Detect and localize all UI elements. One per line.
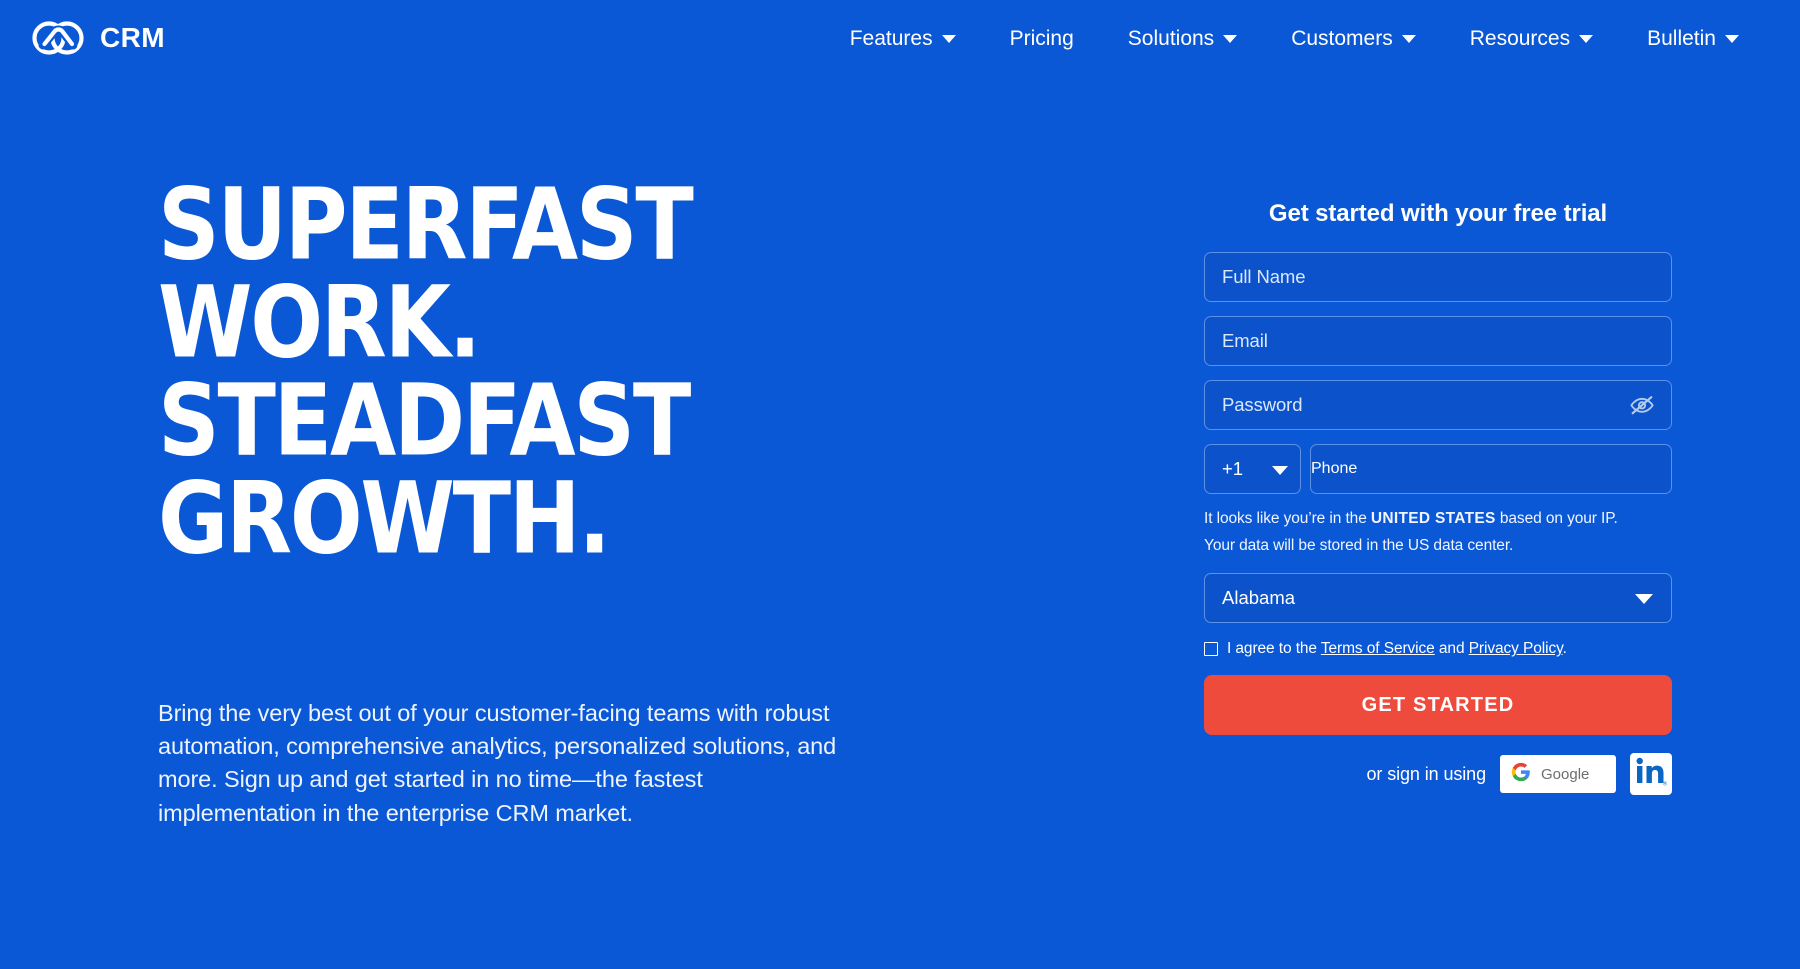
- terms-middle: and: [1434, 640, 1469, 658]
- terms-suffix: .: [1562, 640, 1567, 658]
- chevron-down-icon: [1223, 35, 1238, 43]
- privacy-policy-link[interactable]: Privacy Policy: [1469, 640, 1563, 657]
- country-code-select[interactable]: +1: [1204, 444, 1301, 494]
- nav-item-label: Resources: [1469, 26, 1571, 50]
- ip-note-line2: Your data will be stored in the US data …: [1204, 537, 1514, 555]
- chevron-down-icon: [941, 35, 956, 43]
- phone-field[interactable]: Phone: [1310, 444, 1672, 494]
- terms-checkbox[interactable]: [1204, 642, 1218, 657]
- brand-name: CRM: [100, 22, 165, 53]
- phone-row: +1 Phone: [1204, 444, 1672, 494]
- ip-note-suffix: based on your IP.: [1495, 510, 1618, 527]
- hero-title-line: GROWTH.: [158, 460, 611, 577]
- interlocking-links-logo-icon: [30, 14, 86, 62]
- chevron-down-icon: [1635, 594, 1653, 605]
- ip-note-prefix: It looks like you’re in the: [1204, 510, 1371, 527]
- full-name-field[interactable]: Full Name: [1204, 252, 1672, 302]
- terms-prefix: I agree to the: [1227, 640, 1321, 658]
- nav-item-label: Bulletin: [1647, 26, 1716, 50]
- linkedin-signin-button[interactable]: ®: [1630, 753, 1672, 796]
- state-select[interactable]: Alabama: [1204, 573, 1672, 624]
- nav-item-pricing[interactable]: Pricing: [983, 18, 1101, 59]
- site-header: CRM Features Pricing Solutions Customers…: [0, 0, 1800, 76]
- get-started-button[interactable]: GET STARTED: [1204, 675, 1672, 736]
- signup-form: Get started with your free trial Full Na…: [1204, 200, 1672, 796]
- chevron-down-icon: [1725, 35, 1739, 43]
- hero-description: Bring the very best out of your customer…: [158, 699, 837, 826]
- full-name-placeholder: Full Name: [1222, 266, 1306, 287]
- svg-text:®: ®: [1663, 780, 1668, 787]
- page-title: SUPERFAST WORK. STEADFAST GROWTH.: [158, 166, 974, 577]
- google-signin-button[interactable]: Google: [1500, 755, 1616, 794]
- social-signin-label: or sign in using: [1366, 763, 1487, 784]
- chevron-down-icon: [1579, 35, 1594, 43]
- ip-note-country: UNITED STATES: [1370, 510, 1496, 527]
- nav-item-customers[interactable]: Customers: [1264, 18, 1443, 59]
- brand-logo-link[interactable]: CRM: [30, 14, 165, 62]
- nav-item-bulletin[interactable]: Bulletin: [1620, 18, 1766, 59]
- nav-item-solutions[interactable]: Solutions: [1101, 18, 1264, 59]
- nav-item-label: Customers: [1291, 26, 1393, 50]
- nav-item-label: Features: [849, 26, 933, 50]
- chevron-down-icon: [1401, 35, 1416, 43]
- signup-heading: Get started with your free trial: [1268, 200, 1608, 227]
- social-signin-row: or sign in using Google ®: [1204, 753, 1672, 796]
- state-value: Alabama: [1222, 587, 1296, 609]
- password-placeholder: Password: [1222, 394, 1303, 415]
- linkedin-in-icon: ®: [1634, 755, 1668, 794]
- nav-item-label: Solutions: [1127, 26, 1215, 50]
- email-field[interactable]: Email: [1204, 316, 1672, 366]
- hero-title-line: STEADFAST: [158, 362, 691, 479]
- google-label: Google: [1541, 765, 1590, 783]
- main-navigation: Features Pricing Solutions Customers Res…: [823, 18, 1766, 59]
- nav-item-features[interactable]: Features: [823, 18, 983, 59]
- nav-item-label: Pricing: [1009, 26, 1074, 50]
- chevron-down-icon: [1272, 465, 1288, 475]
- country-code-value: +1: [1222, 458, 1244, 479]
- terms-text: I agree to the Terms of Service and Priv…: [1227, 640, 1567, 658]
- email-placeholder: Email: [1222, 330, 1268, 351]
- eye-off-icon[interactable]: [1629, 392, 1655, 418]
- ip-location-note: It looks like you’re in the UNITED STATE…: [1204, 505, 1672, 559]
- terms-of-service-link[interactable]: Terms of Service: [1321, 640, 1435, 657]
- hero-title-line: WORK.: [158, 264, 481, 381]
- phone-placeholder: Phone: [1311, 460, 1358, 477]
- terms-agreement-row: I agree to the Terms of Service and Priv…: [1204, 640, 1672, 658]
- google-g-icon: [1511, 762, 1531, 787]
- nav-item-resources[interactable]: Resources: [1443, 18, 1620, 59]
- hero-title-line: SUPERFAST: [158, 166, 694, 283]
- password-field[interactable]: Password: [1204, 380, 1672, 430]
- hero-section: SUPERFAST WORK. STEADFAST GROWTH. Bring …: [158, 175, 958, 830]
